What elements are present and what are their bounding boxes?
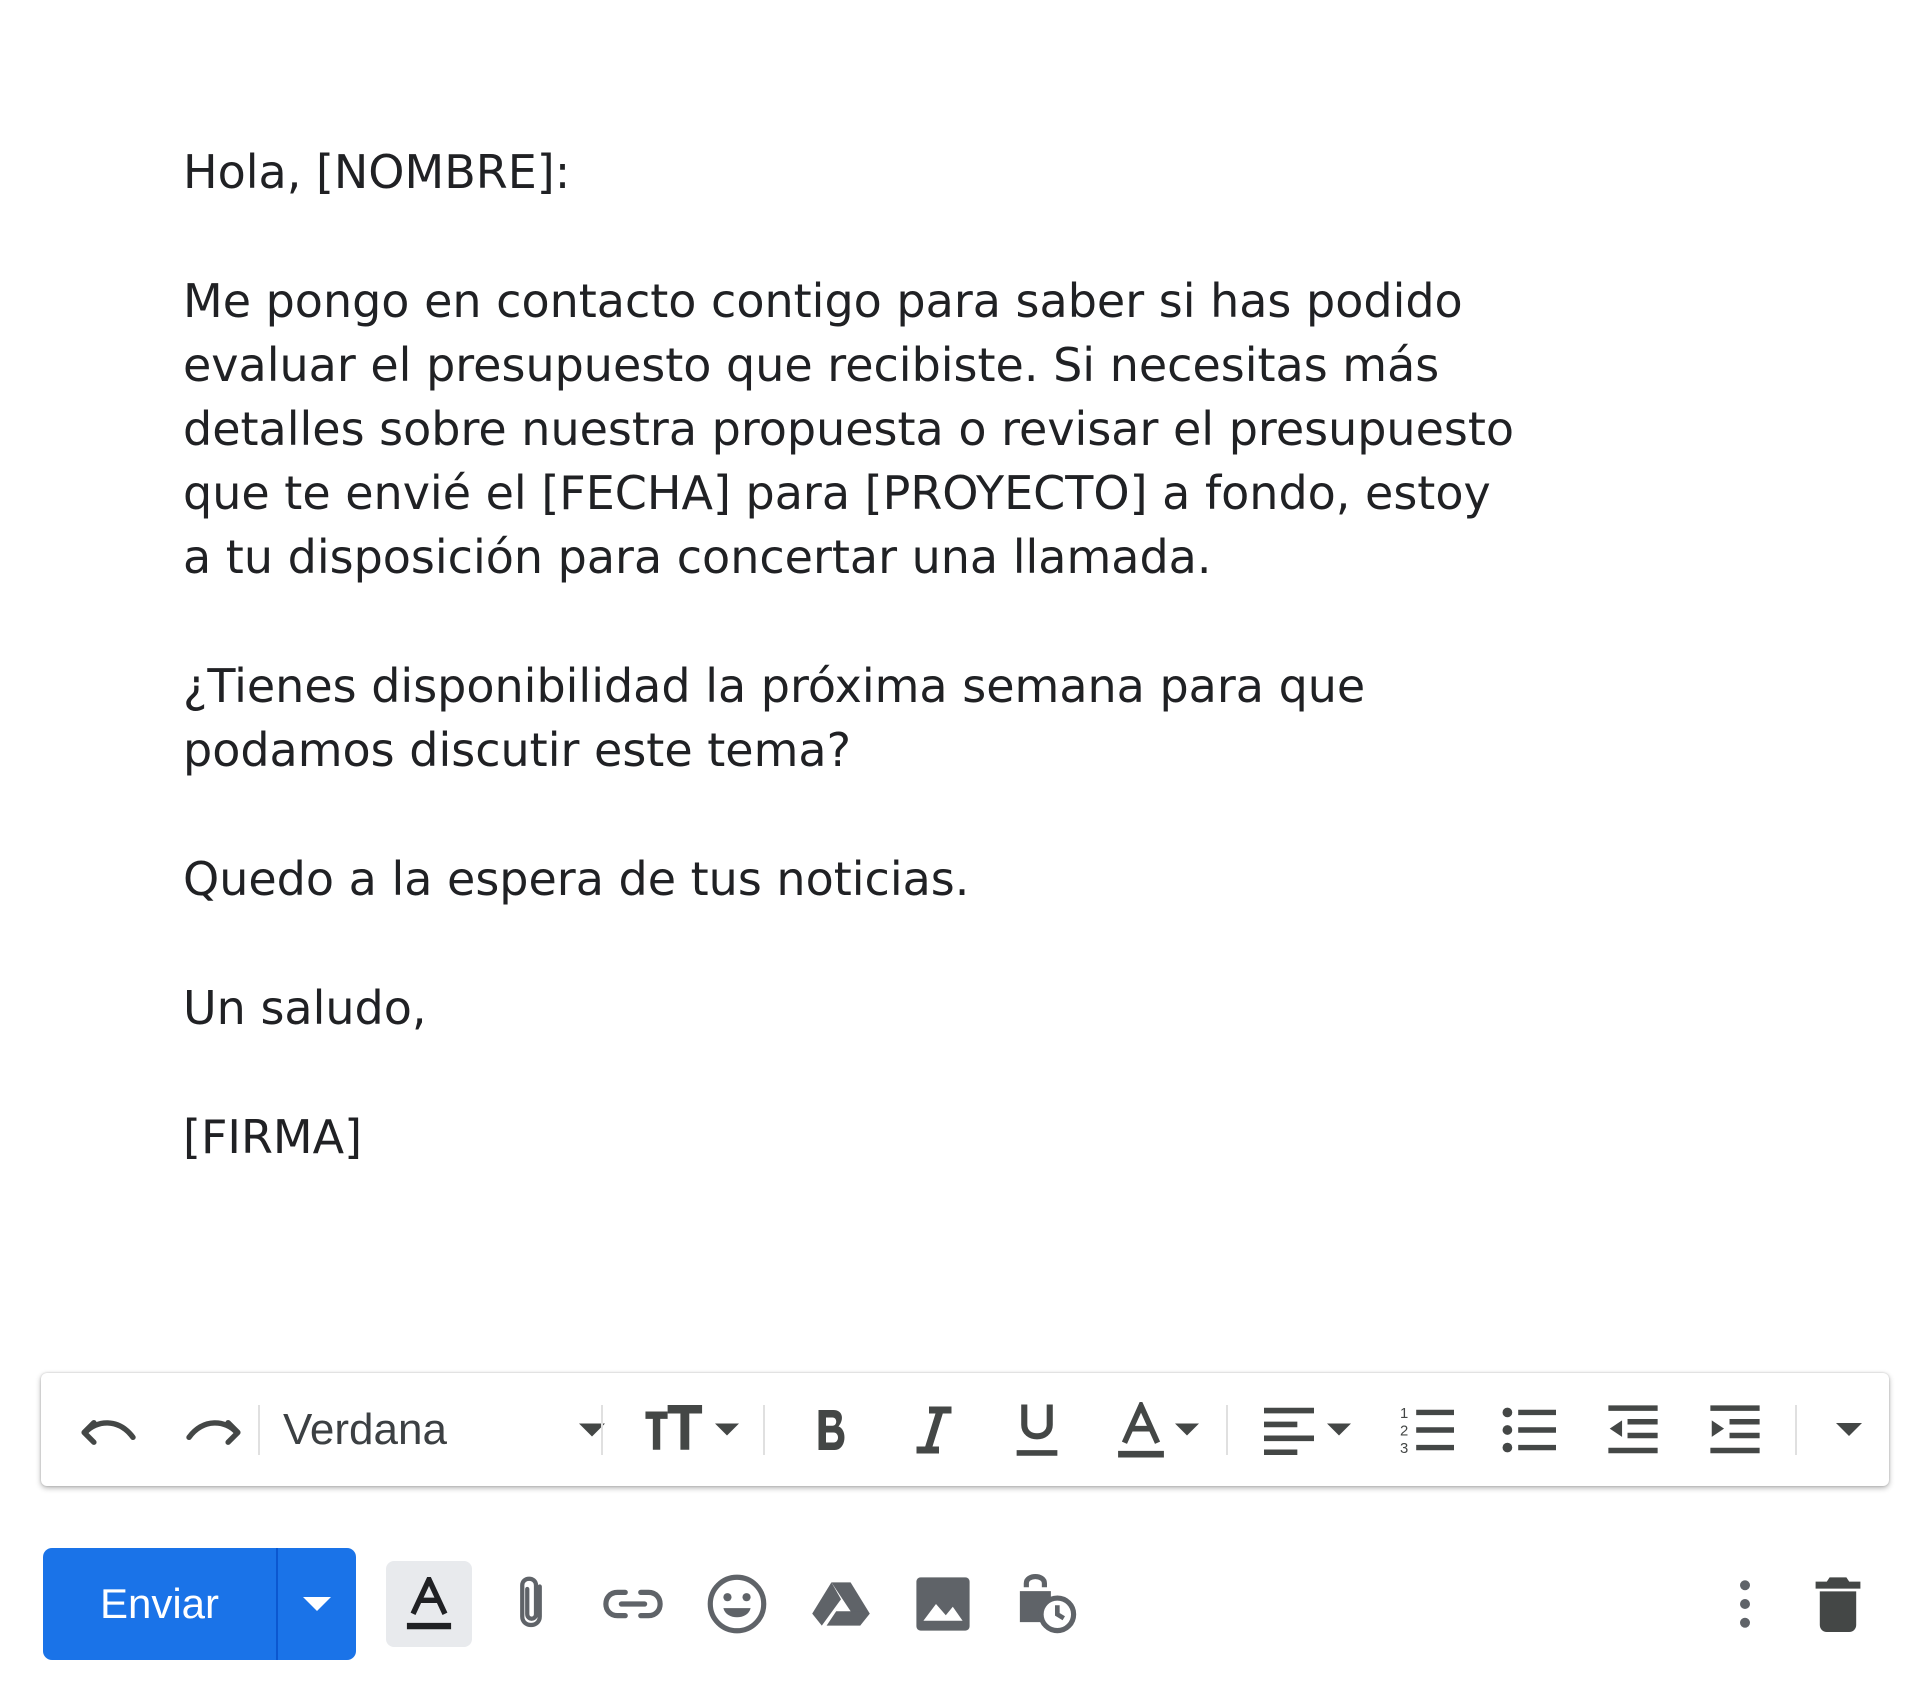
confidential-mode-button[interactable] [1004, 1561, 1090, 1647]
chevron-down-icon [715, 1423, 739, 1436]
sign-off: Un saludo, [183, 981, 427, 1035]
paragraph-1: Me pongo en contacto contigo para saber … [183, 269, 1783, 589]
toolbar-divider [601, 1405, 603, 1455]
paragraph-2: ¿Tienes disponibilidad la próxima semana… [183, 654, 1783, 782]
svg-text:1: 1 [1400, 1405, 1408, 1421]
chevron-down-icon [1327, 1423, 1351, 1436]
closing-line: Quedo a la espera de tus noticias. [183, 852, 970, 906]
discard-draft-button[interactable] [1795, 1561, 1881, 1647]
paragraph-2-line: podamos discutir este tema? [183, 723, 851, 777]
indent-less-icon [1608, 1404, 1658, 1453]
undo-button[interactable] [61, 1373, 161, 1486]
more-formatting-button[interactable] [1809, 1373, 1889, 1486]
bold-icon [818, 1409, 845, 1450]
chevron-down-icon [1175, 1423, 1199, 1436]
paragraph-1-line: que te envié el [FECHA] para [PROYECTO] … [183, 466, 1491, 520]
paragraph-2-line: ¿Tienes disponibilidad la próxima semana… [183, 659, 1366, 713]
toolbar-divider [1795, 1405, 1797, 1455]
greeting: Hola, [NOMBRE]: [183, 145, 571, 199]
send-button[interactable]: Enviar [43, 1548, 356, 1660]
more-formatting-icon [1836, 1423, 1862, 1436]
emoji-icon [707, 1574, 767, 1634]
indent-more-icon [1710, 1404, 1760, 1453]
text-size-icon [645, 1404, 703, 1450]
underline-button[interactable] [989, 1373, 1085, 1486]
toolbar-divider [1226, 1405, 1228, 1455]
insert-drive-button[interactable] [798, 1561, 884, 1647]
link-icon [603, 1589, 663, 1619]
signature: [FIRMA] [183, 1110, 363, 1164]
numbered-list-button[interactable]: 1 2 3 [1379, 1373, 1475, 1486]
text-size-button[interactable] [621, 1373, 761, 1486]
attach-icon [520, 1576, 542, 1628]
toolbar-divider [763, 1405, 765, 1455]
indent-less-button[interactable] [1585, 1373, 1681, 1486]
indent-more-button[interactable] [1687, 1373, 1783, 1486]
paragraph-1-line: a tu disposición para concertar una llam… [183, 530, 1212, 584]
bulleted-list-icon [1502, 1407, 1556, 1452]
photo-icon [916, 1577, 970, 1631]
text-color-button[interactable] [1093, 1373, 1221, 1486]
send-button-label[interactable]: Enviar [43, 1548, 276, 1660]
chevron-down-icon [303, 1597, 331, 1611]
drive-icon [812, 1582, 870, 1626]
formatting-options-button[interactable] [386, 1561, 472, 1647]
align-button[interactable] [1241, 1373, 1371, 1486]
confidential-mode-icon [1019, 1573, 1077, 1634]
bold-button[interactable] [783, 1373, 879, 1486]
text-color-icon [1118, 1401, 1164, 1457]
underline-icon [1016, 1404, 1058, 1456]
send-options-button[interactable] [278, 1548, 356, 1660]
discard-icon [1815, 1577, 1861, 1632]
bulleted-list-button[interactable] [1481, 1373, 1577, 1486]
undo-icon [81, 1419, 136, 1445]
italic-button[interactable] [886, 1373, 982, 1486]
formatting-options-icon [406, 1577, 452, 1630]
emoji-button[interactable] [694, 1561, 780, 1647]
font-family-value: Verdana [283, 1404, 447, 1454]
paragraph-1-line: Me pongo en contacto contigo para saber … [183, 274, 1463, 328]
formatting-toolbar: Verdana 1 2 3 [41, 1373, 1889, 1486]
paragraph-1-line: detalles sobre nuestra propuesta o revis… [183, 402, 1515, 456]
svg-text:3: 3 [1400, 1440, 1408, 1456]
redo-button[interactable] [161, 1373, 261, 1486]
insert-photo-button[interactable] [900, 1561, 986, 1647]
message-body[interactable]: Hola, [NOMBRE]: Me pongo en contacto con… [183, 140, 1783, 1234]
attach-button[interactable] [488, 1561, 574, 1647]
more-options-button[interactable] [1702, 1561, 1788, 1647]
redo-icon [186, 1419, 241, 1445]
svg-text:2: 2 [1400, 1423, 1408, 1439]
font-family-select[interactable]: Verdana [273, 1373, 623, 1486]
numbered-list-icon: 1 2 3 [1400, 1405, 1454, 1456]
align-icon [1264, 1407, 1314, 1455]
insert-link-button[interactable] [590, 1561, 676, 1647]
toolbar-divider [258, 1405, 260, 1455]
italic-icon [916, 1406, 952, 1453]
paragraph-1-line: evaluar el presupuesto que recibiste. Si… [183, 338, 1440, 392]
more-options-icon [1740, 1580, 1750, 1628]
